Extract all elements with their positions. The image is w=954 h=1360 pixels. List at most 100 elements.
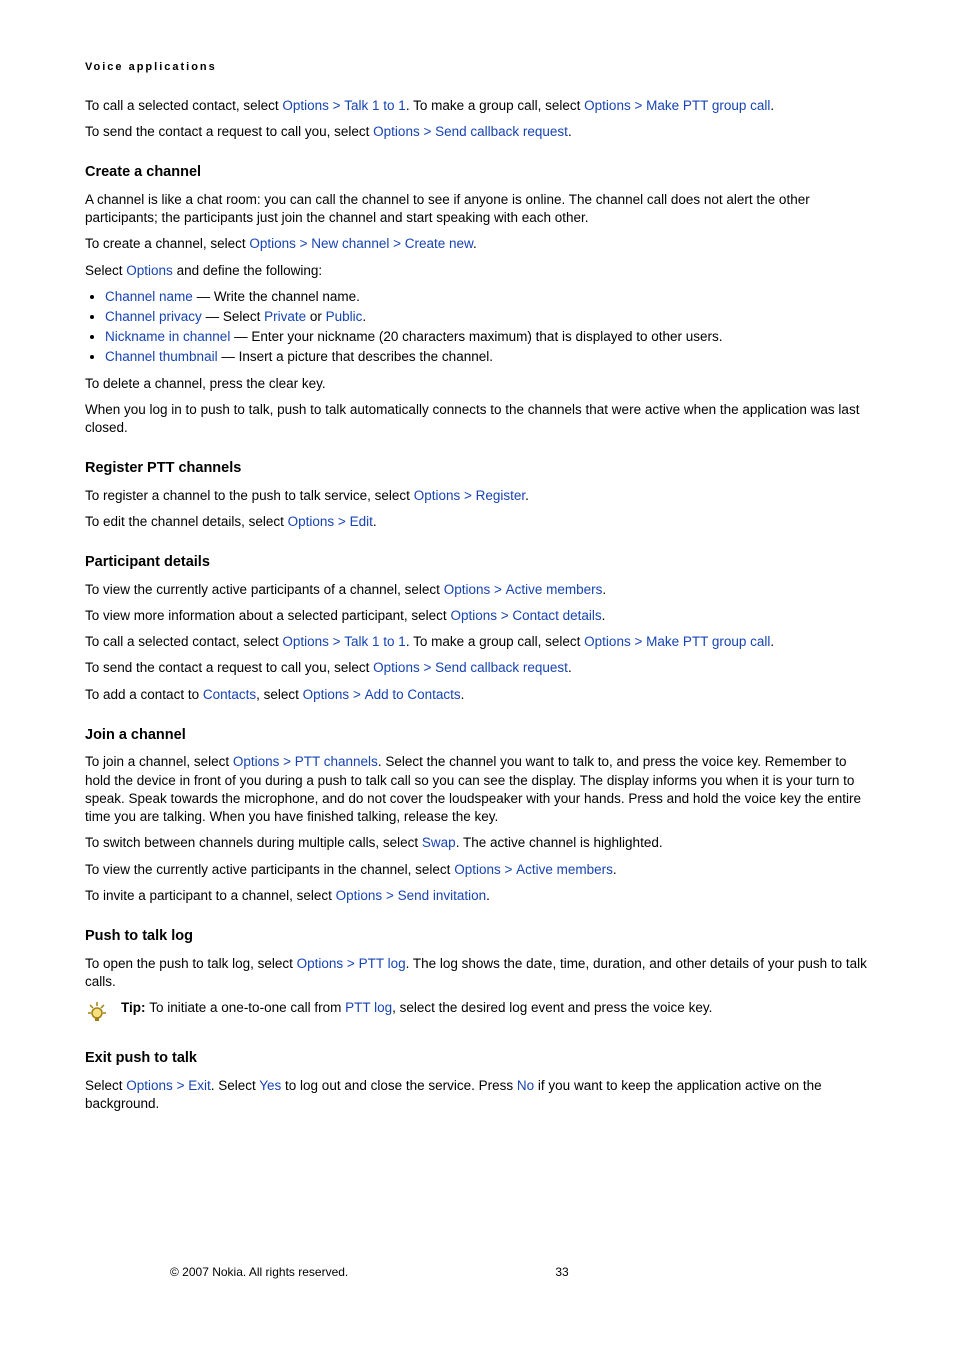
thumbnail-cmd: Channel thumbnail <box>105 349 218 364</box>
private-cmd: Private <box>264 309 306 324</box>
s3-p2: To view more information about a selecte… <box>85 607 869 625</box>
register-ptt-heading: Register PTT channels <box>85 459 869 479</box>
options-cmd: Options <box>584 634 631 649</box>
exit-cmd: Exit <box>188 1078 211 1093</box>
page-header: Voice applications <box>85 60 869 75</box>
text: . <box>473 236 477 251</box>
text: To edit the channel details, select <box>85 514 288 529</box>
create-channel-heading: Create a channel <box>85 163 869 183</box>
text: . <box>373 514 377 529</box>
s3-p3: To call a selected contact, select Optio… <box>85 633 869 651</box>
gt-icon <box>389 236 404 251</box>
tip-text: Tip: To initiate a one-to-one call from … <box>121 999 869 1017</box>
text: — Insert a picture that describes the ch… <box>218 349 493 364</box>
nickname-cmd: Nickname in channel <box>105 329 230 344</box>
text: , select <box>256 687 303 702</box>
text: . To make a group call, select <box>406 634 584 649</box>
make-ptt-group-call-cmd: Make PTT group call <box>646 98 770 113</box>
gt-icon <box>382 888 397 903</box>
text: . The active channel is highlighted. <box>456 835 663 850</box>
list-item: Channel privacy — Select Private or Publ… <box>105 308 869 326</box>
s1-p2: To create a channel, select OptionsNew c… <box>85 235 869 253</box>
send-callback-cmd: Send callback request <box>435 124 568 139</box>
options-cmd: Options <box>373 660 420 675</box>
ptt-channels-cmd: PTT channels <box>295 754 378 769</box>
options-cmd: Options <box>126 263 173 278</box>
text: To register a channel to the push to tal… <box>85 488 414 503</box>
text: To send the contact a request to call yo… <box>85 124 373 139</box>
text: — Select <box>202 309 264 324</box>
text: To send the contact a request to call yo… <box>85 660 373 675</box>
text: To call a selected contact, select <box>85 634 282 649</box>
s4-p2: To switch between channels during multip… <box>85 834 869 852</box>
options-cmd: Options <box>414 488 461 503</box>
edit-cmd: Edit <box>350 514 373 529</box>
participant-heading: Participant details <box>85 553 869 573</box>
active-members-cmd: Active members <box>506 582 603 597</box>
text: . <box>362 309 366 324</box>
s4-p3: To view the currently active participant… <box>85 861 869 879</box>
options-cmd: Options <box>282 634 329 649</box>
s4-p1: To join a channel, select OptionsPTT cha… <box>85 753 869 826</box>
contacts-cmd: Contacts <box>203 687 256 702</box>
ptt-log-cmd: PTT log <box>359 956 406 971</box>
text: To switch between channels during multip… <box>85 835 422 850</box>
text: To open the push to talk log, select <box>85 956 297 971</box>
list-item: Channel thumbnail — Insert a picture tha… <box>105 348 869 366</box>
tip-icon <box>85 999 121 1027</box>
gt-icon <box>420 660 435 675</box>
text: . <box>613 862 617 877</box>
text: To add a contact to <box>85 687 203 702</box>
text: . <box>525 488 529 503</box>
text: To invite a participant to a channel, se… <box>85 888 336 903</box>
active-members-cmd: Active members <box>516 862 613 877</box>
options-cmd: Options <box>297 956 344 971</box>
channel-name-cmd: Channel name <box>105 289 193 304</box>
gt-icon <box>501 862 516 877</box>
make-ptt-group-call-cmd: Make PTT group call <box>646 634 770 649</box>
public-cmd: Public <box>326 309 363 324</box>
options-cmd: Options <box>126 1078 173 1093</box>
gt-icon <box>334 514 349 529</box>
gt-icon <box>497 608 512 623</box>
s3-p1: To view the currently active participant… <box>85 581 869 599</box>
page-footer: © 2007 Nokia. All rights reserved. 33 <box>170 1264 954 1280</box>
s5-p1: To open the push to talk log, select Opt… <box>85 955 869 991</box>
text: — Enter your nickname (20 characters max… <box>230 329 722 344</box>
s1-p1: A channel is like a chat room: you can c… <box>85 191 869 227</box>
text: or <box>306 309 326 324</box>
gt-icon <box>490 582 505 597</box>
options-cmd: Options <box>336 888 383 903</box>
gt-icon <box>420 124 435 139</box>
add-to-contacts-cmd: Add to Contacts <box>365 687 461 702</box>
text: To join a channel, select <box>85 754 233 769</box>
s1-p3: Select Options and define the following: <box>85 262 869 280</box>
text: To call a selected contact, select <box>85 98 282 113</box>
options-cmd: Options <box>373 124 420 139</box>
send-invitation-cmd: Send invitation <box>398 888 487 903</box>
options-cmd: Options <box>584 98 631 113</box>
text: . To make a group call, select <box>406 98 584 113</box>
s6-p1: Select OptionsExit. Select Yes to log ou… <box>85 1077 869 1113</box>
text: . <box>568 124 572 139</box>
gt-icon <box>279 754 294 769</box>
register-cmd: Register <box>476 488 526 503</box>
text: and define the following: <box>173 263 322 278</box>
channel-options-list: Channel name — Write the channel name. C… <box>85 288 869 367</box>
tip-row: Tip: To initiate a one-to-one call from … <box>85 999 869 1027</box>
gt-icon <box>343 956 358 971</box>
list-item: Nickname in channel — Enter your nicknam… <box>105 328 869 346</box>
text: Select <box>85 1078 126 1093</box>
gt-icon <box>631 98 646 113</box>
s2-p1: To register a channel to the push to tal… <box>85 487 869 505</box>
gt-icon <box>329 98 344 113</box>
text: . <box>602 608 606 623</box>
ptt-log-heading: Push to talk log <box>85 927 869 947</box>
text: . <box>602 582 606 597</box>
contact-details-cmd: Contact details <box>512 608 601 623</box>
s3-p5: To add a contact to Contacts, select Opt… <box>85 686 869 704</box>
gt-icon <box>173 1078 188 1093</box>
text: To view more information about a selecte… <box>85 608 450 623</box>
options-cmd: Options <box>454 862 501 877</box>
tip-bold: Tip: <box>121 1000 149 1015</box>
